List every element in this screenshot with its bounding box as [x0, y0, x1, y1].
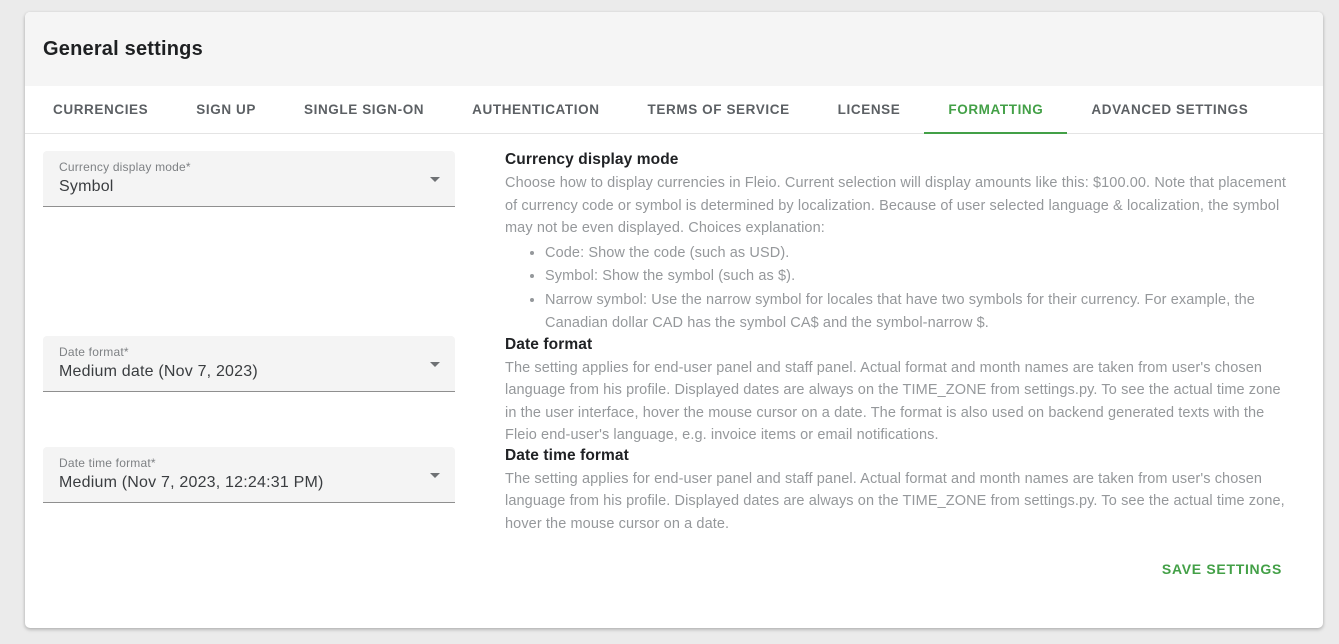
form-actions: SAVE SETTINGS — [43, 551, 1290, 587]
tab-currencies[interactable]: CURRENCIES — [29, 86, 172, 133]
currency-choices-list: Code: Show the code (such as USD). Symbo… — [505, 242, 1290, 336]
currency-display-mode-value: Symbol — [59, 178, 415, 196]
list-item: Narrow symbol: Use the narrow symbol for… — [545, 289, 1290, 336]
tab-authentication[interactable]: AUTHENTICATION — [448, 86, 623, 133]
dropdown-arrow-icon — [430, 473, 440, 478]
dropdown-arrow-icon — [430, 362, 440, 367]
date-time-format-value: Medium (Nov 7, 2023, 12:24:31 PM) — [59, 474, 415, 492]
date-format-row: Date format* Medium date (Nov 7, 2023) D… — [43, 336, 1290, 447]
tab-license[interactable]: LICENSE — [814, 86, 925, 133]
tab-content-formatting: Currency display mode* Symbol Currency d… — [25, 134, 1323, 587]
dropdown-arrow-icon — [430, 177, 440, 182]
list-item: Code: Show the code (such as USD). — [545, 242, 1290, 266]
currency-display-mode-row: Currency display mode* Symbol Currency d… — [43, 151, 1290, 336]
save-settings-button[interactable]: SAVE SETTINGS — [1154, 551, 1290, 587]
page-title: General settings — [43, 38, 203, 61]
date-format-select[interactable]: Date format* Medium date (Nov 7, 2023) — [43, 336, 455, 392]
date-format-label: Date format* — [59, 345, 415, 359]
tab-advanced-settings[interactable]: ADVANCED SETTINGS — [1067, 86, 1272, 133]
date-time-format-select[interactable]: Date time format* Medium (Nov 7, 2023, 1… — [43, 447, 455, 503]
currency-display-mode-label: Currency display mode* — [59, 160, 415, 174]
tab-bar: CURRENCIES SIGN UP SINGLE SIGN-ON AUTHEN… — [25, 86, 1323, 134]
section-paragraph: The setting applies for end-user panel a… — [505, 468, 1290, 536]
currency-display-mode-select[interactable]: Currency display mode* Symbol — [43, 151, 455, 207]
section-paragraph: Choose how to display currencies in Flei… — [505, 172, 1290, 240]
list-item: Symbol: Show the symbol (such as $). — [545, 265, 1290, 289]
tab-formatting[interactable]: FORMATTING — [924, 86, 1067, 133]
tab-terms-of-service[interactable]: TERMS OF SERVICE — [624, 86, 814, 133]
section-heading: Date format — [505, 336, 1290, 354]
date-time-format-label: Date time format* — [59, 456, 415, 470]
tab-sign-up[interactable]: SIGN UP — [172, 86, 280, 133]
section-heading: Currency display mode — [505, 151, 1290, 169]
tab-single-sign-on[interactable]: SINGLE SIGN-ON — [280, 86, 448, 133]
section-paragraph: The setting applies for end-user panel a… — [505, 357, 1290, 447]
section-heading: Date time format — [505, 447, 1290, 465]
date-time-format-row: Date time format* Medium (Nov 7, 2023, 1… — [43, 447, 1290, 536]
date-format-value: Medium date (Nov 7, 2023) — [59, 363, 415, 381]
card-header: General settings — [25, 12, 1323, 86]
general-settings-card: General settings CURRENCIES SIGN UP SING… — [25, 12, 1323, 628]
